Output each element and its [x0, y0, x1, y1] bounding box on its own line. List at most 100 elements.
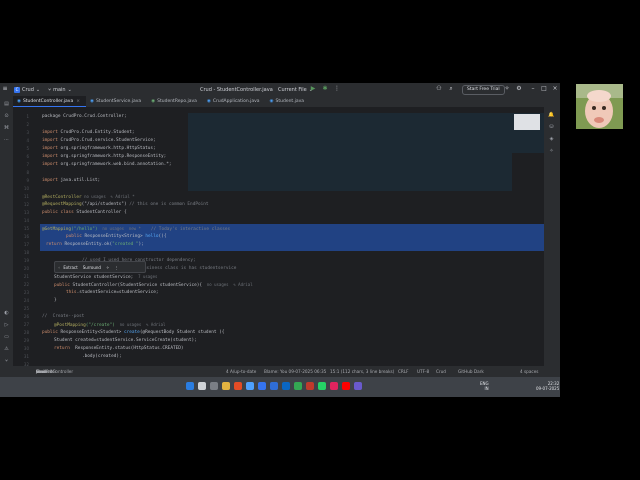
line-number: 26: [23, 314, 29, 319]
git-tool-icon[interactable]: ⑂: [3, 358, 10, 365]
settings-gear-icon[interactable]: ⚙: [516, 86, 522, 92]
services-tool-icon[interactable]: ◐: [3, 310, 10, 317]
chrome-icon[interactable]: [294, 382, 302, 390]
cursor-position[interactable]: 15:1 (112 chars, 3 line breaks): [330, 366, 394, 377]
app-icon[interactable]: [330, 382, 338, 390]
structure-tool-icon[interactable]: ⌘: [3, 125, 10, 132]
line-number: 22: [23, 282, 29, 287]
windows-taskbar: ENG IN 22:32 09-07-2025: [0, 377, 560, 397]
vcs-status[interactable]: 4 A/up-to-date: [226, 366, 256, 377]
line-number: 5: [26, 146, 29, 151]
tab-studentservice[interactable]: ◉ StudentService.java: [86, 96, 147, 107]
run-tool-icon[interactable]: ▷: [3, 322, 10, 329]
code-line: @GetMapping("/hello") no usages new * // …: [42, 225, 230, 233]
line-number: 20: [23, 266, 29, 271]
search-icon[interactable]: ⌕: [448, 86, 454, 92]
left-tool-strip: ▤ ⊙ ⌘ ⋯ ◐ ▷ ▭ ⚠ ⑂: [0, 96, 13, 383]
debug-icon[interactable]: ✱: [322, 86, 328, 92]
code-token: ("/hello"): [71, 227, 98, 232]
line-number: 17: [23, 242, 29, 247]
right-tool-strip: 🔔 ⛁ ◈ ✧: [544, 107, 560, 383]
line-number: 30: [23, 346, 29, 351]
tab-studentrepo[interactable]: ◉ StudentRepo.java: [147, 96, 203, 107]
code-token: StudentController {: [73, 210, 127, 215]
surround-action[interactable]: Surround: [83, 265, 101, 270]
code-token: return: [46, 242, 62, 247]
database-icon[interactable]: ⛁: [548, 124, 555, 131]
line-number: 11: [23, 194, 29, 199]
problems-tool-icon[interactable]: ⚠: [3, 346, 10, 353]
code-token: (){: [158, 234, 167, 239]
code-line: public class StudentController {: [42, 209, 127, 217]
app-icon[interactable]: [306, 382, 314, 390]
more-icon[interactable]: ⋮: [334, 86, 340, 92]
project-tool-icon[interactable]: ▤: [3, 101, 10, 108]
code-token: create: [123, 330, 140, 335]
line-number: 10: [23, 186, 29, 191]
hamburger-menu-icon[interactable]: ≡: [2, 86, 8, 92]
branch-selector[interactable]: ⑂ main ⌄: [48, 87, 72, 93]
code-line: @RestController no usages ✎ Adrial *: [42, 193, 135, 201]
project-selector[interactable]: C Crud ⌄: [14, 86, 40, 93]
line-number: 6: [26, 154, 29, 159]
line-number: 19: [23, 258, 29, 263]
app-icon[interactable]: [270, 382, 278, 390]
tab-studentcontroller[interactable]: ◉ StudentController.java ×: [13, 96, 87, 107]
app-icon[interactable]: [234, 382, 242, 390]
run-icon[interactable]: ▶: [310, 86, 316, 92]
minimize-icon[interactable]: –: [530, 86, 536, 92]
code-token: .body(created);: [82, 354, 122, 359]
more-icon[interactable]: ⋮: [114, 265, 118, 270]
collaborate-icon[interactable]: ⚇: [436, 86, 442, 92]
language-indicator[interactable]: ENG IN: [480, 381, 489, 391]
whatsapp-icon[interactable]: [318, 382, 326, 390]
notifications-icon[interactable]: 🔔: [548, 112, 555, 119]
ai-assistant-icon[interactable]: ✧: [504, 86, 510, 92]
line-ending[interactable]: CRLF: [398, 366, 409, 377]
code-token: org.springframework.http.HttpStatus;: [57, 146, 156, 151]
code-token: );: [138, 242, 144, 247]
maximize-icon[interactable]: □: [541, 86, 547, 92]
edge-icon[interactable]: [246, 382, 254, 390]
blame-info[interactable]: Blame: You 09-07-2025 06:35: [264, 366, 326, 377]
code-token: org.springframework.web.bind.annotation.…: [57, 162, 172, 167]
code-token: }: [54, 298, 57, 303]
code-token: ResponseEntity.status(HttpStatus.CREATED…: [69, 346, 184, 351]
tab-student[interactable]: ◉ Student.java: [266, 96, 311, 107]
tab-crudapplication[interactable]: ◉ CrudApplication.java: [203, 96, 266, 107]
file-encoding[interactable]: UTF-8: [417, 366, 429, 377]
code-token: "created ": [112, 242, 139, 247]
close-icon[interactable]: ×: [552, 86, 558, 92]
more-tools-icon[interactable]: ⋯: [3, 137, 10, 144]
ai-icon[interactable]: ✧: [106, 265, 109, 270]
code-line: this.studentService=studentService;: [66, 289, 159, 297]
java-class-icon: ◉: [206, 99, 211, 104]
youtube-icon[interactable]: [342, 382, 350, 390]
project-status[interactable]: Crud: [436, 366, 446, 377]
linkedin-icon[interactable]: [282, 382, 290, 390]
code-token: Student created=studentService.ServiceCr…: [54, 338, 197, 343]
run-config-selector[interactable]: Current File ⌄: [278, 87, 313, 93]
file-explorer-icon[interactable]: [222, 382, 230, 390]
indent-status[interactable]: 4 spaces: [520, 366, 538, 377]
intellij-icon[interactable]: [258, 382, 266, 390]
code-token: no usages new *: [97, 226, 141, 231]
search-icon[interactable]: [198, 382, 206, 390]
code-token: .studentService=studentService;: [76, 290, 159, 295]
code-line: public ResponseEntity<String> hello(){: [66, 233, 166, 241]
start-icon[interactable]: [186, 382, 194, 390]
video-overlay: [188, 113, 544, 153]
gradle-icon[interactable]: ◈: [548, 136, 555, 143]
commit-tool-icon[interactable]: ⊙: [3, 113, 10, 120]
terminal-tool-icon[interactable]: ▭: [3, 334, 10, 341]
code-token: ResponseEntity<Student>: [57, 330, 124, 335]
ai-chat-icon[interactable]: ✧: [548, 148, 555, 155]
close-tab-icon[interactable]: ×: [76, 99, 80, 104]
app-icon[interactable]: [354, 382, 362, 390]
clock[interactable]: 22:32 09-07-2025: [536, 381, 559, 391]
theme-status[interactable]: GitHub Dark: [458, 366, 484, 377]
code-token: this: [66, 290, 77, 295]
start-free-trial-button[interactable]: Start Free Trial: [462, 85, 505, 95]
task-view-icon[interactable]: [210, 382, 218, 390]
extract-action[interactable]: Extract: [63, 265, 77, 270]
